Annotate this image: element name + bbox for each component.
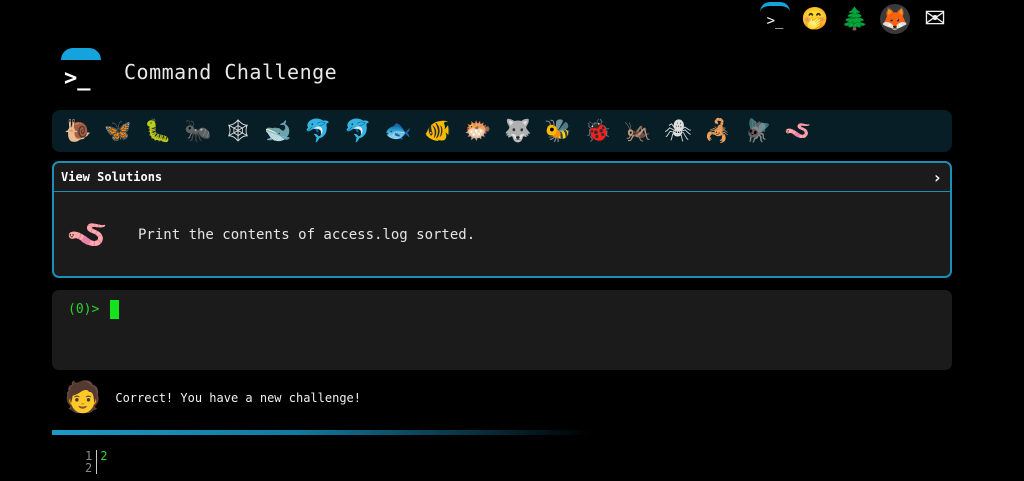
terminal-logo-icon[interactable]: >_ [760,2,790,36]
line-numbers: 1 2 [85,450,98,475]
shushing-face-icon[interactable]: 🤭 [800,4,830,34]
spider-icon[interactable]: 🕷 [658,119,698,144]
ant-icon[interactable]: 🐜 [178,119,218,144]
worm-icon: 🪱 [66,214,109,255]
line-number: 2 [85,461,93,475]
gitlab-icon[interactable]: 🦊 [880,4,910,34]
output-line: 2 [100,449,108,463]
terminal-prompt: (0)> [68,302,100,317]
worm-icon[interactable]: 🪱 [778,119,818,144]
blowfish-icon[interactable]: 🐡 [458,119,498,144]
tropical-fish-icon[interactable]: 🐠 [418,119,458,144]
chevron-right-icon[interactable]: › [932,168,942,187]
challenge-description: Print the contents of access.log sorted. [138,226,476,243]
view-solutions-label: View Solutions [61,170,163,184]
spider-web-icon[interactable]: 🕸 [218,119,258,144]
butterfly-icon[interactable]: 🦋 [98,119,138,144]
terminal-logo-icon[interactable]: >_ [58,48,104,96]
tree-icon[interactable]: 🌲 [840,4,870,34]
dolphin-icon[interactable]: 🐬 [298,119,338,144]
snail-icon[interactable]: 🐌 [58,119,98,144]
cricket-icon[interactable]: 🦗 [618,119,658,144]
bee-icon[interactable]: 🐝 [538,119,578,144]
terminal-cursor [110,300,119,319]
status-message: 🧑 Correct! You have a new challenge! [64,380,361,415]
person-avatar-icon: 🧑 [64,380,102,415]
caterpillar-icon[interactable]: 🐛 [138,119,178,144]
fly-icon[interactable]: 🪰 [738,119,778,144]
wolf-icon[interactable]: 🐺 [498,119,538,144]
status-text: Correct! You have a new challenge! [115,390,361,405]
solutions-panel: View Solutions › 🪱 Print the contents of… [52,161,952,278]
progress-bar [52,430,592,435]
brand: >_ Command Challenge [58,48,337,96]
fish-icon[interactable]: 🐟 [378,119,418,144]
scorpion-icon[interactable]: 🦂 [698,119,738,144]
page-title: Command Challenge [124,60,338,84]
mail-icon[interactable]: ✉ [920,4,950,34]
command-output: 1 2 2 [85,450,107,474]
output-lines: 2 [97,450,107,474]
whale-icon[interactable]: 🐋 [258,119,298,144]
view-solutions-toggle[interactable]: View Solutions › [54,163,950,192]
top-bar: >_ 🤭 🌲 🦊 ✉ [760,2,950,36]
terminal-input[interactable]: (0)> [52,290,952,370]
dolphin-icon[interactable]: 🐬 [338,119,378,144]
challenge-creatures-bar: 🐌 🦋 🐛 🐜 🕸 🐋 🐬 🐬 🐟 🐠 🐡 🐺 🐝 🐞 🦗 🕷 🦂 🪰 🪱 [52,110,952,152]
ladybug-icon[interactable]: 🐞 [578,119,618,144]
